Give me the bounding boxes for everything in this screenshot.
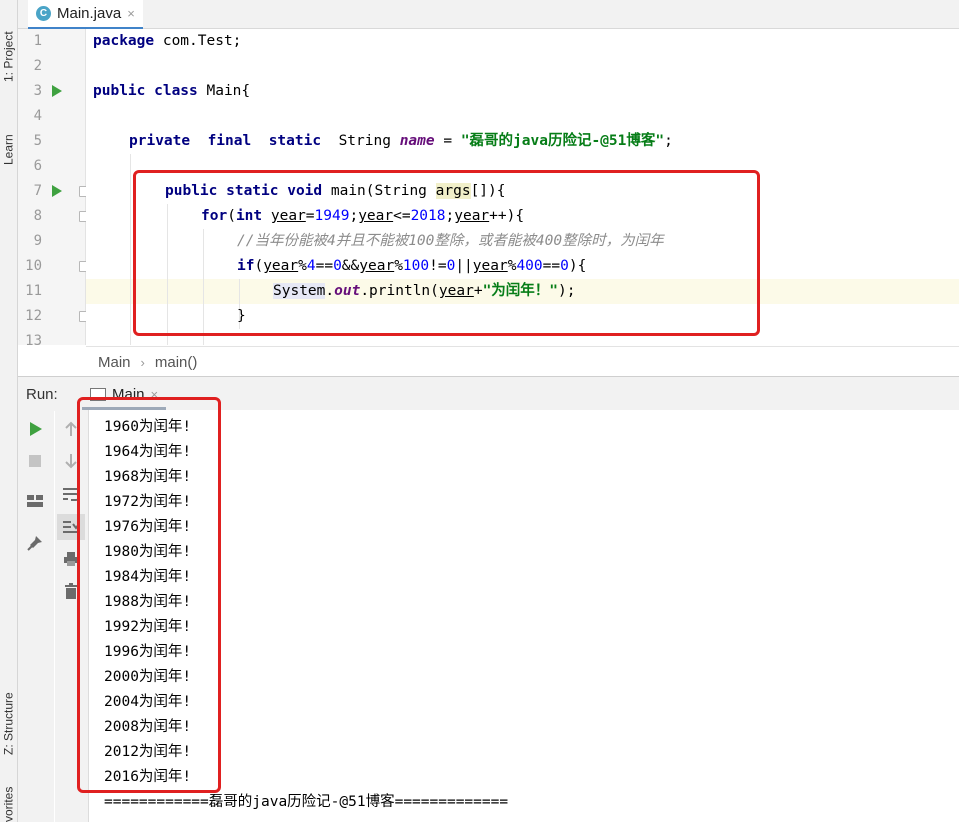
breadcrumb-class[interactable]: Main	[98, 354, 131, 371]
project-tool-tab[interactable]: 1: Project	[0, 2, 17, 82]
breadcrumb-method[interactable]: main()	[155, 354, 198, 371]
run-gutter-icon[interactable]	[52, 85, 62, 97]
line-number: 6	[33, 158, 42, 174]
run-label: Run:	[26, 386, 58, 403]
indent-guide	[130, 154, 131, 345]
structure-tab-label: Z: Structure	[1, 692, 16, 755]
structure-tool-tab[interactable]: Z: Structure	[0, 655, 17, 755]
run-toolbar	[18, 410, 54, 822]
rerun-icon[interactable]	[24, 418, 46, 440]
line-number: 4	[33, 108, 42, 124]
tab-title: Main.java	[57, 5, 122, 22]
line-number: 9	[33, 233, 42, 249]
learn-tab-label: Learn	[1, 134, 16, 165]
line-number: 11	[25, 283, 42, 299]
annotation-box-code	[133, 170, 760, 336]
code-line-1: package com.Test;	[93, 33, 242, 49]
line-number: 7	[33, 183, 42, 199]
run-gutter-icon[interactable]	[52, 185, 62, 197]
close-icon[interactable]: ×	[127, 6, 135, 21]
editor-tab-bar: C Main.java ×	[18, 0, 959, 30]
project-tab-label: 1: Project	[1, 31, 16, 82]
tab-main-java[interactable]: C Main.java ×	[28, 0, 143, 30]
line-number: 13	[25, 333, 42, 349]
layout-icon[interactable]	[24, 490, 46, 512]
console-footer-line: ============磊哥的java历险记-@51博客============…	[104, 794, 509, 810]
stop-icon[interactable]	[24, 450, 46, 472]
editor-gutter: 1 2 3 4 5 6 7 8 9 10 11 12 13	[18, 29, 90, 349]
annotation-box-output	[77, 397, 221, 793]
code-line-3: public class Main{	[93, 83, 251, 99]
code-line-5: private final static String name = "磊哥的j…	[129, 133, 673, 149]
line-number: 5	[33, 133, 42, 149]
line-number: 2	[33, 58, 42, 74]
line-number: 3	[33, 83, 42, 99]
favorites-tool-tab[interactable]: vorites	[0, 778, 17, 822]
line-number: 8	[33, 208, 42, 224]
learn-tool-tab[interactable]: Learn	[0, 105, 17, 165]
breadcrumb: Main › main()	[86, 346, 959, 377]
left-tool-strip: 1: Project Learn Z: Structure vorites	[0, 0, 18, 822]
breadcrumb-separator: ›	[140, 354, 145, 370]
favorites-tab-label: vorites	[1, 786, 16, 822]
pin-icon[interactable]	[24, 532, 46, 554]
class-icon: C	[36, 6, 51, 21]
line-number: 12	[25, 308, 42, 324]
line-number: 1	[33, 33, 42, 49]
line-number: 10	[25, 258, 42, 274]
